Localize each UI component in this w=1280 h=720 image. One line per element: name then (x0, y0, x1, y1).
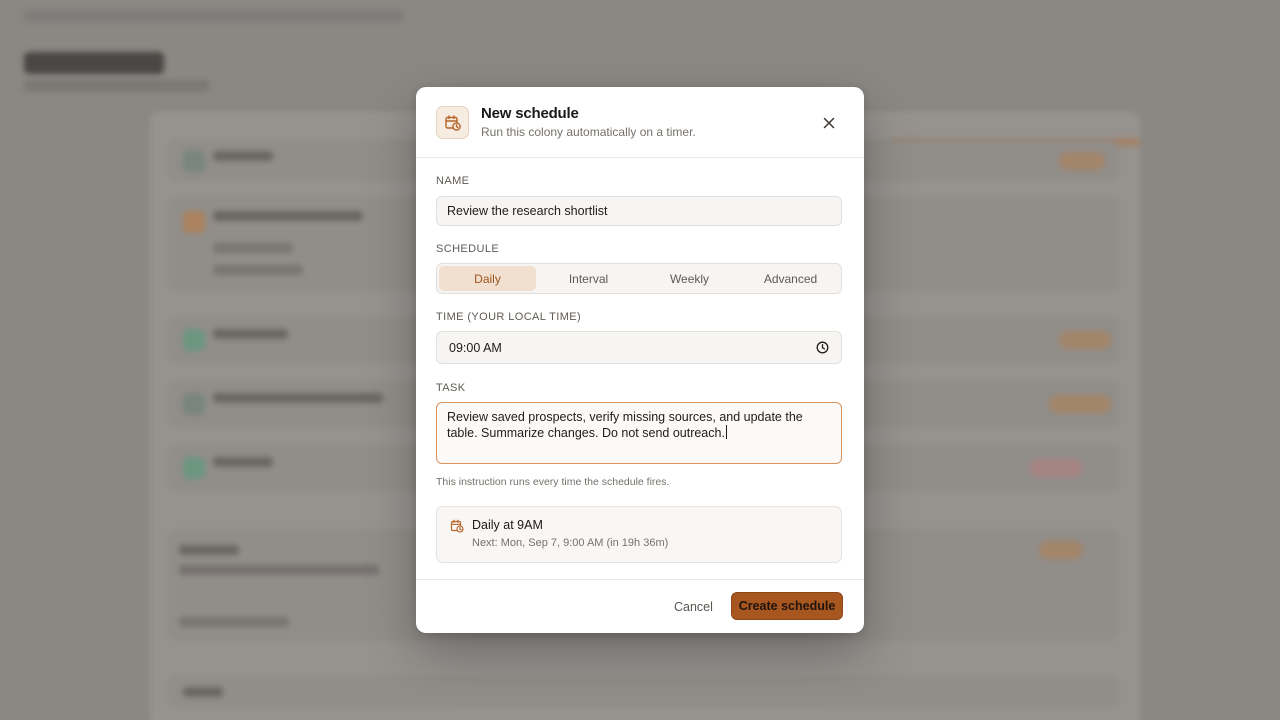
schedule-summary: Daily at 9AM Next: Mon, Sep 7, 9:00 AM (… (436, 506, 842, 563)
calendar-clock-icon (436, 106, 469, 139)
schedule-option-interval[interactable]: Interval (540, 266, 637, 291)
close-button[interactable] (818, 112, 840, 134)
create-schedule-button[interactable]: Create schedule (731, 592, 843, 620)
schedule-option-weekly[interactable]: Weekly (641, 266, 738, 291)
name-input[interactable]: Review the research shortlist (436, 196, 842, 226)
dialog-title: New schedule (481, 105, 579, 122)
time-label: TIME (YOUR LOCAL TIME) (436, 311, 582, 323)
schedule-label: SCHEDULE (436, 243, 500, 255)
next-run-text: Next: Mon, Sep 7, 9:00 AM (in 19h 36m) (472, 537, 669, 549)
time-value: 09:00 AM (449, 340, 502, 355)
new-schedule-dialog: New schedule Run this colony automatical… (416, 87, 864, 633)
calendar-clock-icon (450, 519, 464, 533)
task-text: Review saved prospects, verify missing s… (447, 410, 803, 440)
name-label: NAME (436, 175, 470, 187)
time-input[interactable]: 09:00 AM (436, 331, 842, 364)
schedule-option-daily[interactable]: Daily (439, 266, 536, 291)
dialog-header: New schedule Run this colony automatical… (416, 87, 864, 158)
task-label: TASK (436, 382, 466, 394)
summary-title: Daily at 9AM (472, 518, 543, 532)
schedule-type-selector: Daily Interval Weekly Advanced (436, 263, 842, 294)
dialog-subtitle: Run this colony automatically on a timer… (481, 125, 696, 139)
text-cursor (725, 425, 727, 439)
task-helper-text: This instruction runs every time the sch… (436, 476, 670, 488)
dialog-footer: Cancel Create schedule (416, 579, 864, 633)
clock-icon[interactable] (816, 341, 829, 354)
schedule-option-advanced[interactable]: Advanced (742, 266, 839, 291)
cancel-button[interactable]: Cancel (668, 593, 719, 621)
close-icon (823, 117, 835, 129)
task-textarea[interactable]: Review saved prospects, verify missing s… (436, 402, 842, 464)
